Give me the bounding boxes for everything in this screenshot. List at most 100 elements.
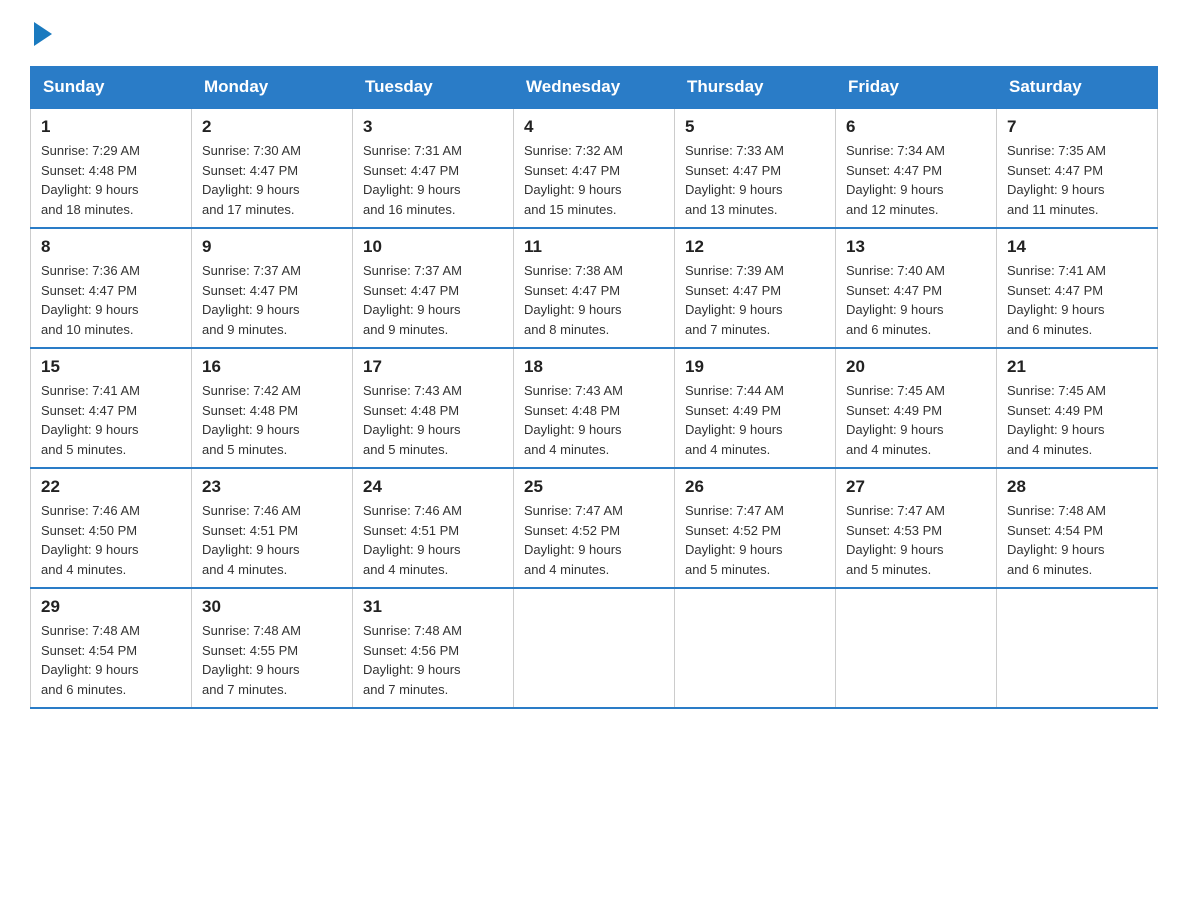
day-number: 6 [846,117,986,137]
day-number: 5 [685,117,825,137]
day-number: 26 [685,477,825,497]
day-number: 11 [524,237,664,257]
calendar-week-4: 22 Sunrise: 7:46 AMSunset: 4:50 PMDaylig… [31,468,1158,588]
calendar-week-2: 8 Sunrise: 7:36 AMSunset: 4:47 PMDayligh… [31,228,1158,348]
day-number: 17 [363,357,503,377]
calendar-week-1: 1 Sunrise: 7:29 AMSunset: 4:48 PMDayligh… [31,108,1158,228]
day-info: Sunrise: 7:47 AMSunset: 4:52 PMDaylight:… [524,503,623,577]
header-day-wednesday: Wednesday [514,67,675,109]
day-number: 31 [363,597,503,617]
day-info: Sunrise: 7:41 AMSunset: 4:47 PMDaylight:… [41,383,140,457]
calendar-cell: 18 Sunrise: 7:43 AMSunset: 4:48 PMDaylig… [514,348,675,468]
calendar-cell: 6 Sunrise: 7:34 AMSunset: 4:47 PMDayligh… [836,108,997,228]
day-number: 10 [363,237,503,257]
calendar-header-row: SundayMondayTuesdayWednesdayThursdayFrid… [31,67,1158,109]
calendar-week-5: 29 Sunrise: 7:48 AMSunset: 4:54 PMDaylig… [31,588,1158,708]
day-number: 23 [202,477,342,497]
calendar-cell: 12 Sunrise: 7:39 AMSunset: 4:47 PMDaylig… [675,228,836,348]
day-info: Sunrise: 7:48 AMSunset: 4:54 PMDaylight:… [1007,503,1106,577]
header-day-saturday: Saturday [997,67,1158,109]
calendar-cell: 15 Sunrise: 7:41 AMSunset: 4:47 PMDaylig… [31,348,192,468]
day-number: 4 [524,117,664,137]
day-number: 27 [846,477,986,497]
calendar-cell: 22 Sunrise: 7:46 AMSunset: 4:50 PMDaylig… [31,468,192,588]
day-info: Sunrise: 7:33 AMSunset: 4:47 PMDaylight:… [685,143,784,217]
day-number: 18 [524,357,664,377]
day-info: Sunrise: 7:47 AMSunset: 4:53 PMDaylight:… [846,503,945,577]
day-number: 14 [1007,237,1147,257]
day-info: Sunrise: 7:35 AMSunset: 4:47 PMDaylight:… [1007,143,1106,217]
calendar-cell: 30 Sunrise: 7:48 AMSunset: 4:55 PMDaylig… [192,588,353,708]
day-info: Sunrise: 7:44 AMSunset: 4:49 PMDaylight:… [685,383,784,457]
calendar-cell: 28 Sunrise: 7:48 AMSunset: 4:54 PMDaylig… [997,468,1158,588]
day-number: 13 [846,237,986,257]
calendar-cell: 8 Sunrise: 7:36 AMSunset: 4:47 PMDayligh… [31,228,192,348]
day-info: Sunrise: 7:43 AMSunset: 4:48 PMDaylight:… [363,383,462,457]
calendar-table: SundayMondayTuesdayWednesdayThursdayFrid… [30,66,1158,709]
calendar-cell: 4 Sunrise: 7:32 AMSunset: 4:47 PMDayligh… [514,108,675,228]
day-info: Sunrise: 7:47 AMSunset: 4:52 PMDaylight:… [685,503,784,577]
day-info: Sunrise: 7:38 AMSunset: 4:47 PMDaylight:… [524,263,623,337]
day-info: Sunrise: 7:43 AMSunset: 4:48 PMDaylight:… [524,383,623,457]
calendar-cell: 7 Sunrise: 7:35 AMSunset: 4:47 PMDayligh… [997,108,1158,228]
day-number: 22 [41,477,181,497]
calendar-cell: 19 Sunrise: 7:44 AMSunset: 4:49 PMDaylig… [675,348,836,468]
day-number: 8 [41,237,181,257]
day-info: Sunrise: 7:37 AMSunset: 4:47 PMDaylight:… [363,263,462,337]
day-number: 24 [363,477,503,497]
day-info: Sunrise: 7:48 AMSunset: 4:54 PMDaylight:… [41,623,140,697]
day-number: 30 [202,597,342,617]
header-day-sunday: Sunday [31,67,192,109]
calendar-cell: 25 Sunrise: 7:47 AMSunset: 4:52 PMDaylig… [514,468,675,588]
day-info: Sunrise: 7:32 AMSunset: 4:47 PMDaylight:… [524,143,623,217]
calendar-cell: 21 Sunrise: 7:45 AMSunset: 4:49 PMDaylig… [997,348,1158,468]
logo [30,20,52,46]
day-info: Sunrise: 7:40 AMSunset: 4:47 PMDaylight:… [846,263,945,337]
calendar-cell: 3 Sunrise: 7:31 AMSunset: 4:47 PMDayligh… [353,108,514,228]
calendar-cell: 2 Sunrise: 7:30 AMSunset: 4:47 PMDayligh… [192,108,353,228]
day-number: 9 [202,237,342,257]
day-info: Sunrise: 7:46 AMSunset: 4:50 PMDaylight:… [41,503,140,577]
day-info: Sunrise: 7:37 AMSunset: 4:47 PMDaylight:… [202,263,301,337]
calendar-cell [997,588,1158,708]
calendar-cell: 13 Sunrise: 7:40 AMSunset: 4:47 PMDaylig… [836,228,997,348]
calendar-cell: 23 Sunrise: 7:46 AMSunset: 4:51 PMDaylig… [192,468,353,588]
logo-arrow-icon [34,22,52,46]
day-info: Sunrise: 7:39 AMSunset: 4:47 PMDaylight:… [685,263,784,337]
day-info: Sunrise: 7:45 AMSunset: 4:49 PMDaylight:… [846,383,945,457]
day-info: Sunrise: 7:36 AMSunset: 4:47 PMDaylight:… [41,263,140,337]
day-info: Sunrise: 7:46 AMSunset: 4:51 PMDaylight:… [202,503,301,577]
day-info: Sunrise: 7:29 AMSunset: 4:48 PMDaylight:… [41,143,140,217]
calendar-cell: 9 Sunrise: 7:37 AMSunset: 4:47 PMDayligh… [192,228,353,348]
day-info: Sunrise: 7:34 AMSunset: 4:47 PMDaylight:… [846,143,945,217]
day-info: Sunrise: 7:48 AMSunset: 4:55 PMDaylight:… [202,623,301,697]
day-number: 7 [1007,117,1147,137]
calendar-cell: 10 Sunrise: 7:37 AMSunset: 4:47 PMDaylig… [353,228,514,348]
header-day-monday: Monday [192,67,353,109]
day-number: 28 [1007,477,1147,497]
header-day-thursday: Thursday [675,67,836,109]
day-number: 2 [202,117,342,137]
calendar-cell: 20 Sunrise: 7:45 AMSunset: 4:49 PMDaylig… [836,348,997,468]
calendar-cell: 16 Sunrise: 7:42 AMSunset: 4:48 PMDaylig… [192,348,353,468]
calendar-cell: 5 Sunrise: 7:33 AMSunset: 4:47 PMDayligh… [675,108,836,228]
day-number: 1 [41,117,181,137]
calendar-cell [836,588,997,708]
day-number: 3 [363,117,503,137]
day-info: Sunrise: 7:48 AMSunset: 4:56 PMDaylight:… [363,623,462,697]
calendar-cell: 14 Sunrise: 7:41 AMSunset: 4:47 PMDaylig… [997,228,1158,348]
calendar-cell [675,588,836,708]
header-day-friday: Friday [836,67,997,109]
page-header [30,20,1158,46]
day-info: Sunrise: 7:41 AMSunset: 4:47 PMDaylight:… [1007,263,1106,337]
calendar-week-3: 15 Sunrise: 7:41 AMSunset: 4:47 PMDaylig… [31,348,1158,468]
day-number: 12 [685,237,825,257]
day-number: 19 [685,357,825,377]
day-number: 15 [41,357,181,377]
calendar-cell: 17 Sunrise: 7:43 AMSunset: 4:48 PMDaylig… [353,348,514,468]
calendar-cell: 11 Sunrise: 7:38 AMSunset: 4:47 PMDaylig… [514,228,675,348]
calendar-cell: 29 Sunrise: 7:48 AMSunset: 4:54 PMDaylig… [31,588,192,708]
day-info: Sunrise: 7:30 AMSunset: 4:47 PMDaylight:… [202,143,301,217]
day-number: 21 [1007,357,1147,377]
calendar-cell: 31 Sunrise: 7:48 AMSunset: 4:56 PMDaylig… [353,588,514,708]
